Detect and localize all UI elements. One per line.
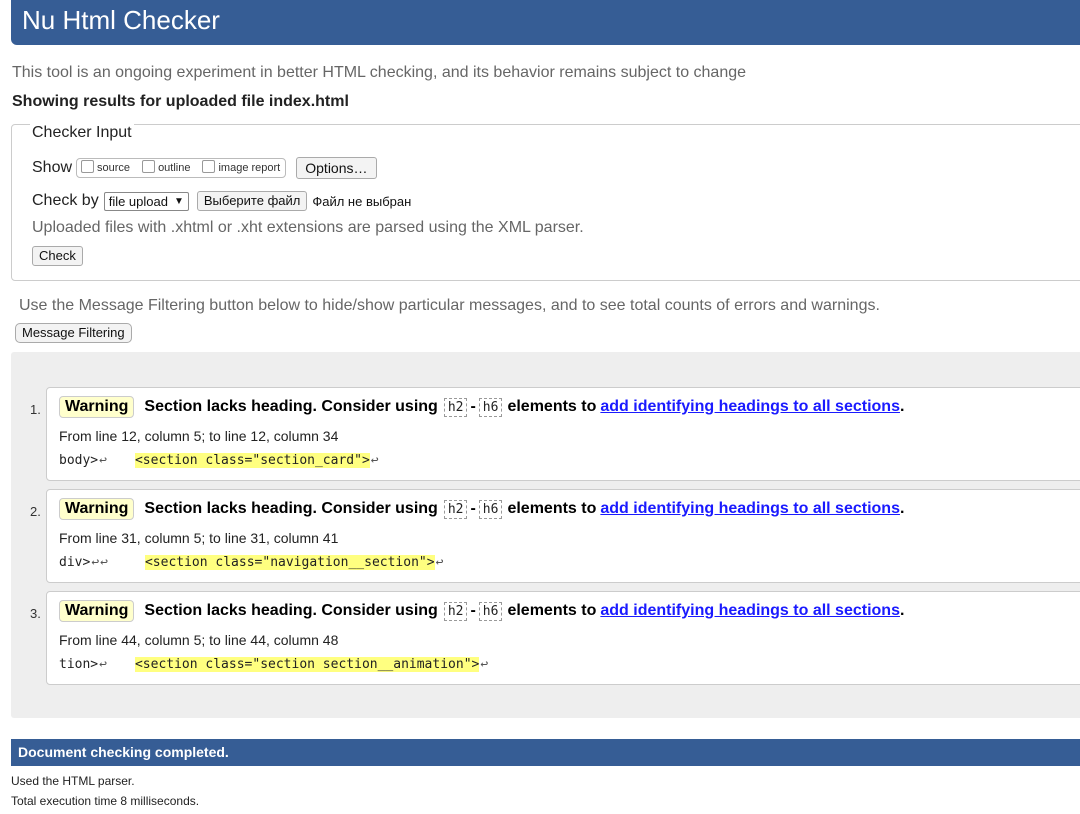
- message-item: Warning Section lacks heading. Consider …: [46, 387, 1080, 481]
- code-extract: body> ↩ <section class="section_card"> ↩: [59, 453, 379, 468]
- checkbox-label-outline: outline: [158, 162, 191, 174]
- check-by-label: Check by: [32, 192, 99, 209]
- code-extract: tion> ↩ <section class="section section_…: [59, 657, 488, 672]
- return-icon: ↩: [435, 555, 444, 570]
- checkbox-box[interactable]: [202, 159, 216, 173]
- return-icon: ↩: [91, 555, 100, 570]
- message-number: 1.: [30, 402, 41, 417]
- execution-time: Total execution time 8 milliseconds.: [11, 794, 200, 808]
- results-heading: Showing results for uploaded file index.…: [12, 93, 349, 110]
- return-icon: ↩: [99, 657, 107, 672]
- extract-highlight: <section class="section section__animati…: [134, 657, 480, 672]
- extract-prefix: tion>: [59, 657, 99, 672]
- show-image-report-checkbox[interactable]: image report: [202, 159, 281, 175]
- code-h2: h2: [443, 601, 468, 621]
- page-title: Nu Html Checker: [22, 5, 220, 35]
- message-text: Section lacks heading. Consider using: [144, 602, 438, 619]
- headings-link[interactable]: add identifying headings to all sections: [600, 500, 900, 518]
- choose-file-button[interactable]: Выберите файл: [196, 191, 308, 211]
- check-by-row: Check by file upload ▼ Выберите файл Фай…: [32, 191, 411, 211]
- warning-badge: Warning: [59, 498, 135, 520]
- message-period: .: [899, 602, 905, 619]
- checkbox-box[interactable]: [81, 159, 95, 173]
- extract-highlight: <section class="navigation__section">: [144, 555, 435, 570]
- options-button[interactable]: Options…: [296, 157, 377, 179]
- message-line: Warning Section lacks heading. Consider …: [59, 600, 904, 622]
- message-location: From line 31, column 5; to line 31, colu…: [59, 530, 339, 546]
- message-item: Warning Section lacks heading. Consider …: [46, 591, 1080, 685]
- code-h6: h6: [478, 397, 503, 417]
- message-location: From line 12, column 5; to line 12, colu…: [59, 428, 339, 444]
- check-by-value: file upload: [108, 193, 168, 209]
- message-text-2: elements to: [507, 398, 597, 415]
- return-icon: ↩: [100, 555, 108, 570]
- filter-note: Use the Message Filtering button below t…: [19, 297, 880, 314]
- message-text: Section lacks heading. Consider using: [144, 500, 438, 517]
- code-dash: -: [470, 602, 476, 619]
- headings-link[interactable]: add identifying headings to all sections: [600, 398, 900, 416]
- checkbox-box[interactable]: [142, 159, 156, 173]
- code-h6: h6: [478, 499, 503, 519]
- checkbox-label-source: source: [97, 162, 131, 174]
- message-line: Warning Section lacks heading. Consider …: [59, 396, 904, 418]
- message-filtering-button[interactable]: Message Filtering: [15, 323, 132, 343]
- show-outline-checkbox[interactable]: outline: [142, 159, 191, 175]
- message-text-2: elements to: [507, 602, 597, 619]
- code-h2: h2: [443, 499, 468, 519]
- show-options-group: source outline image report: [76, 158, 287, 178]
- checker-input-legend: Checker Input: [30, 124, 134, 142]
- page-header: Nu Html Checker: [11, 0, 1080, 45]
- show-label: Show: [32, 159, 73, 176]
- message-location: From line 44, column 5; to line 44, colu…: [59, 632, 339, 648]
- show-row: Show source outline image report Options…: [32, 157, 377, 179]
- file-status: Файл не выбран: [312, 193, 412, 209]
- message-line: Warning Section lacks heading. Consider …: [59, 498, 904, 520]
- code-dash: -: [470, 398, 476, 415]
- code-dash: -: [470, 500, 476, 517]
- show-source-checkbox[interactable]: source: [81, 159, 131, 175]
- check-by-select[interactable]: file upload ▼: [103, 191, 189, 211]
- extract-highlight: <section class="section_card">: [134, 453, 370, 468]
- message-text: Section lacks heading. Consider using: [144, 398, 438, 415]
- code-h6: h6: [478, 601, 503, 621]
- xml-parser-note: Uploaded files with .xhtml or .xht exten…: [32, 219, 584, 236]
- return-icon: ↩: [99, 453, 107, 468]
- tagline: This tool is an ongoing experiment in be…: [12, 64, 747, 81]
- chevron-down-icon: ▼: [173, 195, 184, 207]
- code-extract: div> ↩ ↩ <section class="navigation__sec…: [59, 555, 443, 570]
- warning-badge: Warning: [59, 600, 135, 622]
- headings-link[interactable]: add identifying headings to all sections: [600, 602, 900, 620]
- code-h2: h2: [443, 397, 468, 417]
- completion-banner: Document checking completed.: [11, 739, 1080, 766]
- message-text-2: elements to: [507, 500, 597, 517]
- message-period: .: [899, 500, 905, 517]
- extract-prefix: div>: [59, 555, 91, 570]
- return-icon: ↩: [480, 657, 489, 672]
- warning-badge: Warning: [59, 396, 135, 418]
- parser-info: Used the HTML parser.: [11, 774, 135, 788]
- message-period: .: [899, 398, 905, 415]
- message-number: 2.: [30, 504, 41, 519]
- check-button[interactable]: Check: [32, 246, 83, 266]
- message-number: 3.: [30, 606, 41, 621]
- extract-prefix: body>: [59, 453, 99, 468]
- message-item: Warning Section lacks heading. Consider …: [46, 489, 1080, 583]
- checkbox-label-image-report: image report: [218, 162, 281, 174]
- return-icon: ↩: [370, 453, 379, 468]
